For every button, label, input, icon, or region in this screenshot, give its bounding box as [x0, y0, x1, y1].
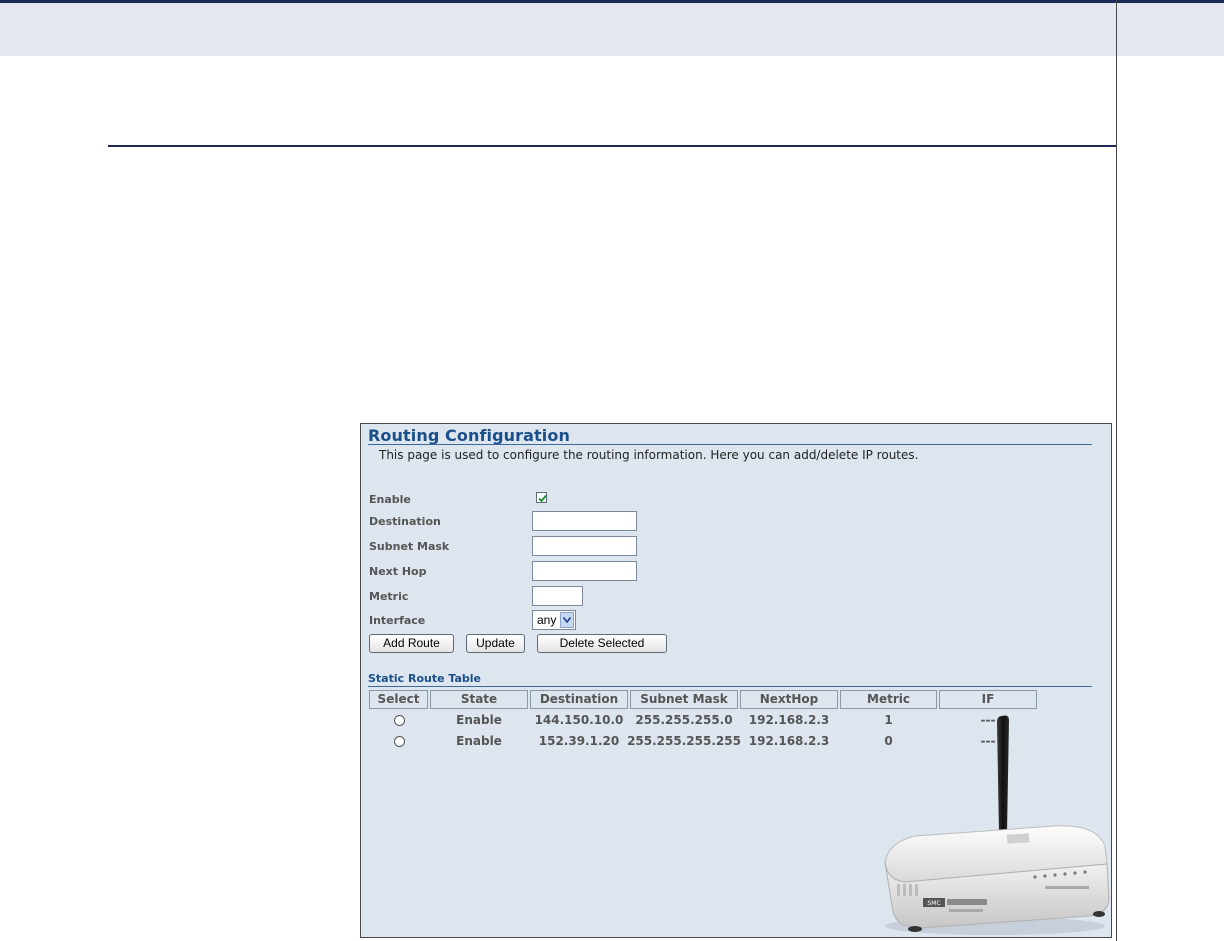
destination-input[interactable]	[532, 511, 637, 531]
route-subnet-mask: 255.255.255.0	[635, 713, 733, 727]
interface-label: Interface	[369, 614, 426, 627]
column-header-select: Select	[369, 690, 428, 709]
route-state: Enable	[456, 713, 502, 727]
metric-input[interactable]	[532, 586, 583, 606]
column-header-subnet-mask: Subnet Mask	[630, 690, 738, 709]
brand-text: SMC	[927, 900, 940, 907]
route-subnet-mask: 255.255.255.255	[627, 734, 741, 748]
routing-configuration-panel: Routing Configuration This page is used …	[360, 423, 1112, 938]
title-divider	[368, 444, 1092, 445]
column-header-state: State	[430, 690, 528, 709]
enable-checkbox[interactable]	[536, 492, 547, 503]
route-nexthop: 192.168.2.3	[748, 713, 830, 727]
next-hop-input[interactable]	[532, 561, 637, 581]
wireless-router-image: SMC	[884, 715, 1110, 935]
route-select-radio[interactable]	[394, 715, 405, 726]
delete-selected-button[interactable]: Delete Selected	[537, 634, 667, 653]
column-header-destination: Destination	[530, 690, 628, 709]
next-hop-label: Next Hop	[369, 565, 427, 578]
page-right-border	[1116, 0, 1117, 941]
header-band	[0, 3, 1224, 56]
dropdown-arrow-icon[interactable]	[560, 612, 574, 628]
route-state: Enable	[456, 734, 502, 748]
metric-label: Metric	[369, 590, 409, 603]
route-select-radio[interactable]	[394, 736, 405, 747]
column-header-if: IF	[939, 690, 1037, 709]
route-destination: 152.39.1.20	[538, 734, 620, 748]
update-button[interactable]: Update	[466, 634, 525, 653]
static-route-table-title: Static Route Table	[368, 672, 482, 685]
section-divider	[108, 145, 1116, 147]
subnet-mask-label: Subnet Mask	[369, 540, 450, 553]
route-destination: 144.150.10.0	[534, 713, 624, 727]
checkmark-icon	[538, 494, 547, 503]
page-description: This page is used to configure the routi…	[379, 448, 919, 462]
table-title-divider	[368, 686, 1092, 687]
interface-select[interactable]: any	[532, 610, 576, 630]
column-header-metric: Metric	[840, 690, 937, 709]
interface-selected-value: any	[537, 613, 557, 627]
column-header-nexthop: NextHop	[740, 690, 838, 709]
enable-label: Enable	[369, 493, 411, 506]
page-title: Routing Configuration	[368, 426, 570, 445]
subnet-mask-input[interactable]	[532, 536, 637, 556]
destination-label: Destination	[369, 515, 441, 528]
route-nexthop: 192.168.2.3	[748, 734, 830, 748]
add-route-button[interactable]: Add Route	[369, 634, 454, 653]
